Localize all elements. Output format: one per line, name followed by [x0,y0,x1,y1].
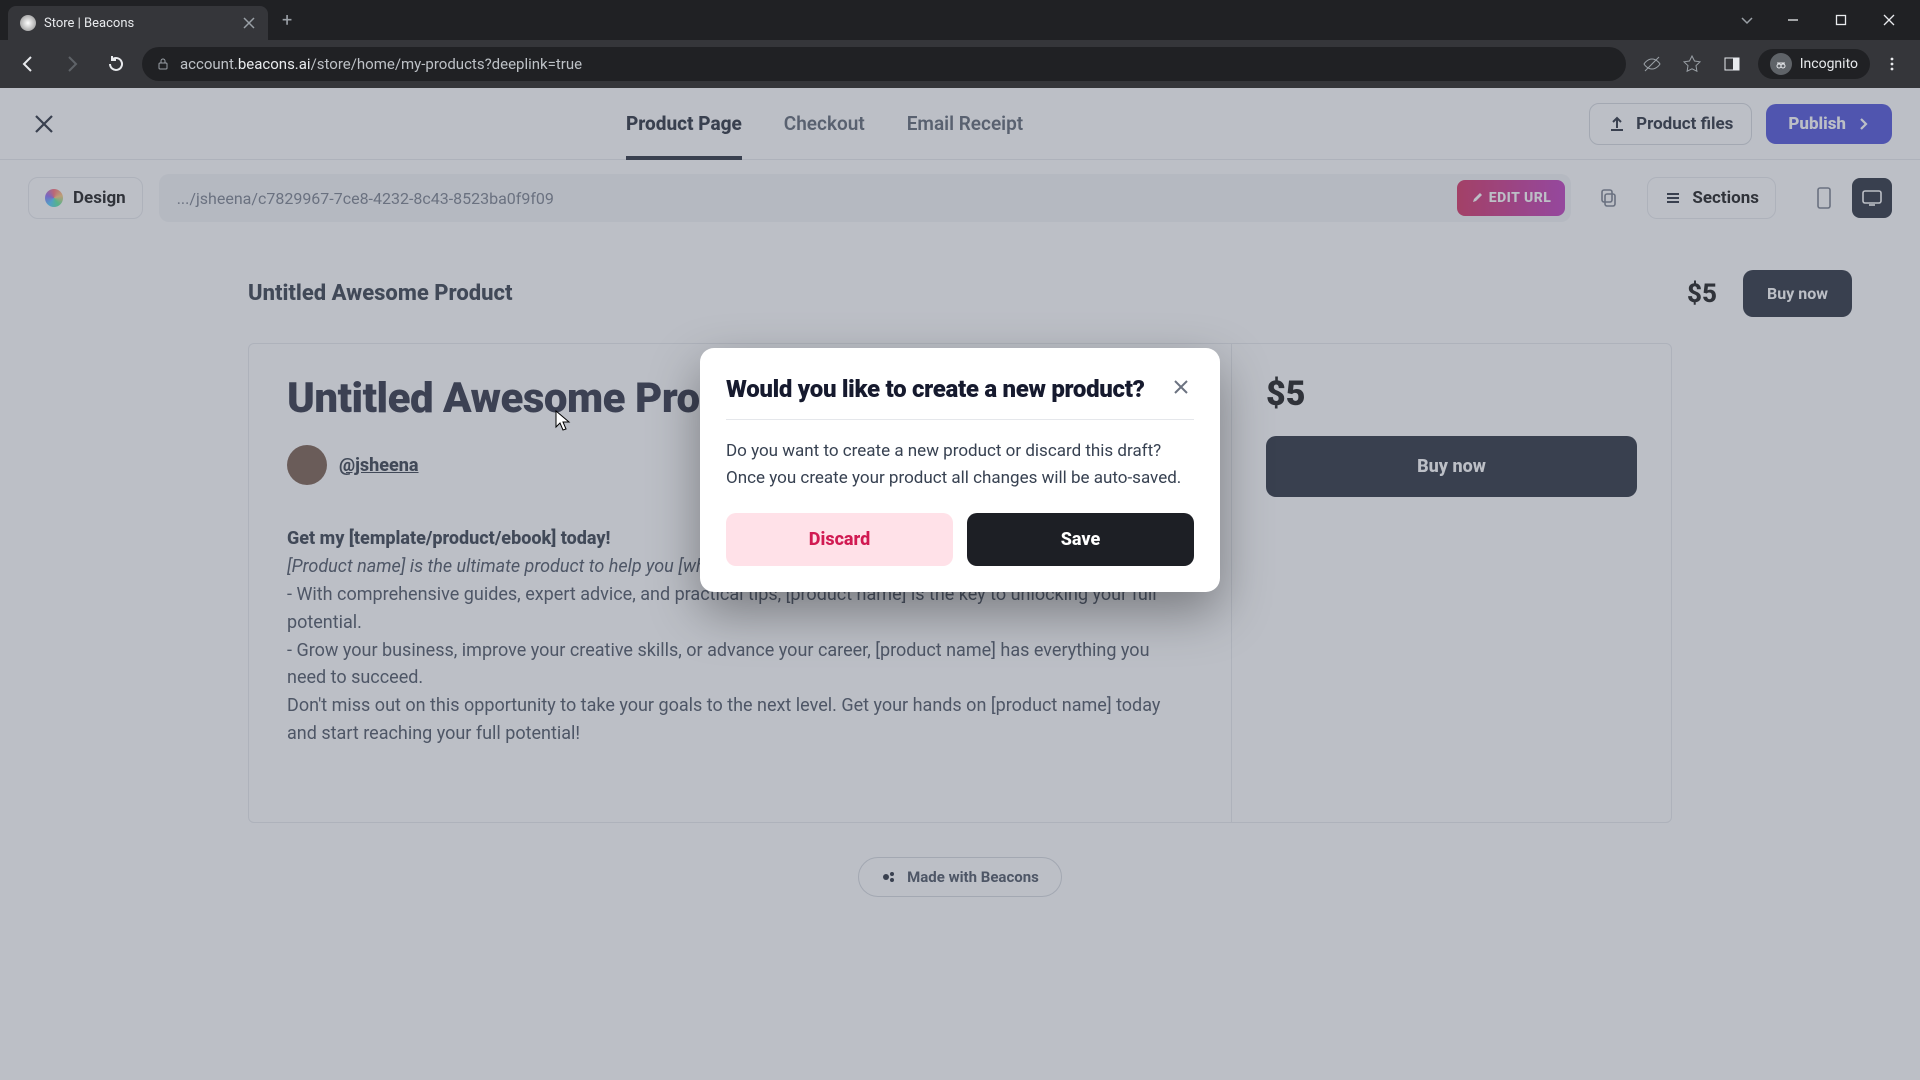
lock-icon [156,57,170,71]
modal-actions: Discard Save [726,513,1194,566]
incognito-icon [1770,53,1792,75]
eye-off-icon[interactable] [1634,46,1670,82]
incognito-label: Incognito [1800,56,1858,72]
tab-title: Store | Beacons [44,16,234,31]
close-icon[interactable] [242,16,256,30]
incognito-indicator[interactable]: Incognito [1758,49,1870,79]
app-stage: Product Page Checkout Email Receipt Prod… [0,88,1920,1080]
maximize-icon[interactable] [1818,4,1864,36]
reload-icon[interactable] [98,46,134,82]
modal-overlay[interactable]: Would you like to create a new product? … [0,88,1920,1080]
favicon-icon [20,15,36,31]
url-field[interactable]: account.beacons.ai/store/home/my-product… [142,47,1626,81]
tab-strip: Store | Beacons + [0,0,1920,40]
cursor-icon [555,410,571,432]
modal-close-button[interactable] [1168,374,1194,405]
back-icon[interactable] [10,46,46,82]
modal-body: Do you want to create a new product or d… [726,438,1194,491]
chevron-down-icon[interactable] [1732,4,1762,36]
minimize-icon[interactable] [1770,4,1816,36]
panel-icon[interactable] [1714,46,1750,82]
kebab-icon[interactable] [1874,46,1910,82]
new-tab-button[interactable]: + [268,10,306,31]
forward-icon [54,46,90,82]
star-icon[interactable] [1674,46,1710,82]
create-product-modal: Would you like to create a new product? … [700,348,1220,592]
url-text: account.beacons.ai/store/home/my-product… [180,55,582,73]
save-button[interactable]: Save [967,513,1194,566]
browser-tab[interactable]: Store | Beacons [8,6,268,40]
window-controls [1732,4,1912,36]
window-close-icon[interactable] [1866,4,1912,36]
browser-chrome: Store | Beacons + account.beacons.ai/sto… [0,0,1920,88]
modal-title: Would you like to create a new product? [726,374,1145,405]
discard-button[interactable]: Discard [726,513,953,566]
address-bar: account.beacons.ai/store/home/my-product… [0,40,1920,88]
